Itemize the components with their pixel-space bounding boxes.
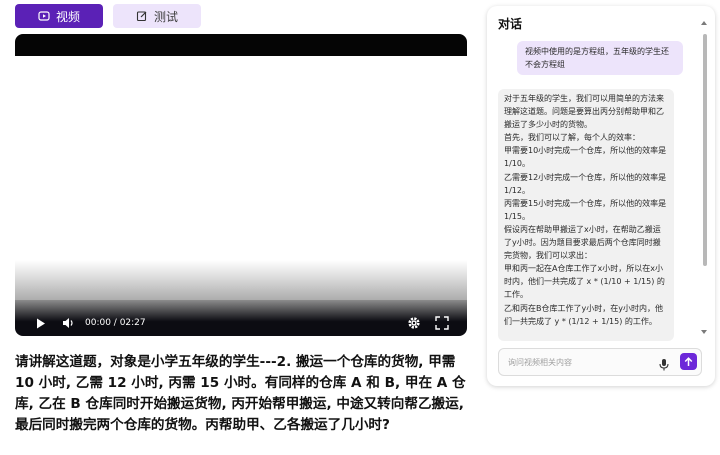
user-message: 视频中使用的是方程组，五年级的学生还不会方程组: [517, 41, 683, 75]
tab-video[interactable]: 视频: [15, 4, 103, 28]
assistant-line: 丙需要15小时完成一个仓库，所以他的效率是1/15。: [504, 198, 667, 221]
microphone-icon[interactable]: [658, 356, 670, 371]
settings-gear-icon[interactable]: [407, 316, 421, 330]
edit-square-icon: [136, 10, 148, 22]
chat-scroll-thumb[interactable]: [703, 34, 707, 266]
assistant-line: 甲需要10小时完成一个仓库，所以他的效率是1/10。: [504, 146, 667, 169]
tab-test[interactable]: 测试: [113, 4, 201, 28]
assistant-line: 乙和丙在B仓库工作了y小时，在y小时内，他们一共完成了 y * (1/12 + …: [504, 303, 663, 326]
chat-input-placeholder[interactable]: 询问视频相关内容: [508, 357, 572, 368]
video-player[interactable]: 00:00 / 02:27: [15, 34, 467, 336]
play-icon[interactable]: [35, 317, 47, 329]
video-time-display: 00:00 / 02:27: [85, 318, 146, 328]
scroll-up-icon[interactable]: [701, 21, 707, 25]
assistant-line: 乙需要12小时完成一个仓库，所以他的效率是1/12。: [504, 172, 667, 195]
chat-input[interactable]: 询问视频相关内容: [498, 348, 702, 376]
chat-scrollbar[interactable]: [703, 26, 707, 338]
tab-video-label: 视频: [55, 9, 80, 24]
play-video-icon: [38, 10, 50, 22]
video-controls: 00:00 / 02:27: [15, 300, 467, 336]
video-top-bar: [15, 34, 467, 56]
assistant-message: 对于五年级的学生，我们可以用简单的方法来理解这道题。问题是要算出丙分别帮助甲和乙…: [498, 89, 674, 341]
tab-test-label: 测试: [153, 9, 178, 24]
assistant-line: 假设丙在帮助甲搬运了x小时，在帮助乙搬运了y小时。因为题目要求最后两个仓库同时搬…: [504, 224, 661, 261]
chat-title: 对话: [498, 17, 523, 31]
view-tabs: 视频 测试: [15, 4, 201, 28]
chat-panel: 对话 视频中使用的是方程组，五年级的学生还不会方程组 对于五年级的学生，我们可以…: [487, 6, 715, 386]
video-shade: [15, 260, 467, 300]
question-text: 请讲解这道题，对象是小学五年级的学生---2. 搬运一个仓库的货物, 甲需 10…: [15, 354, 466, 433]
assistant-line: 甲和丙一起在A仓库工作了x小时，所以在x小时内，他们一共完成了 x * (1/1…: [504, 264, 665, 300]
scroll-down-icon[interactable]: [701, 330, 707, 334]
assistant-line: 对于五年级的学生，我们可以用简单的方法来理解这道题。问题是要算出丙分别帮助甲和乙…: [504, 94, 664, 130]
assistant-line: 首先，我们可以了解，每个人的效率：: [504, 133, 640, 143]
volume-icon[interactable]: [62, 317, 75, 329]
send-button[interactable]: [680, 353, 697, 370]
fullscreen-icon[interactable]: [435, 316, 449, 330]
arrow-up-icon: [684, 356, 693, 366]
